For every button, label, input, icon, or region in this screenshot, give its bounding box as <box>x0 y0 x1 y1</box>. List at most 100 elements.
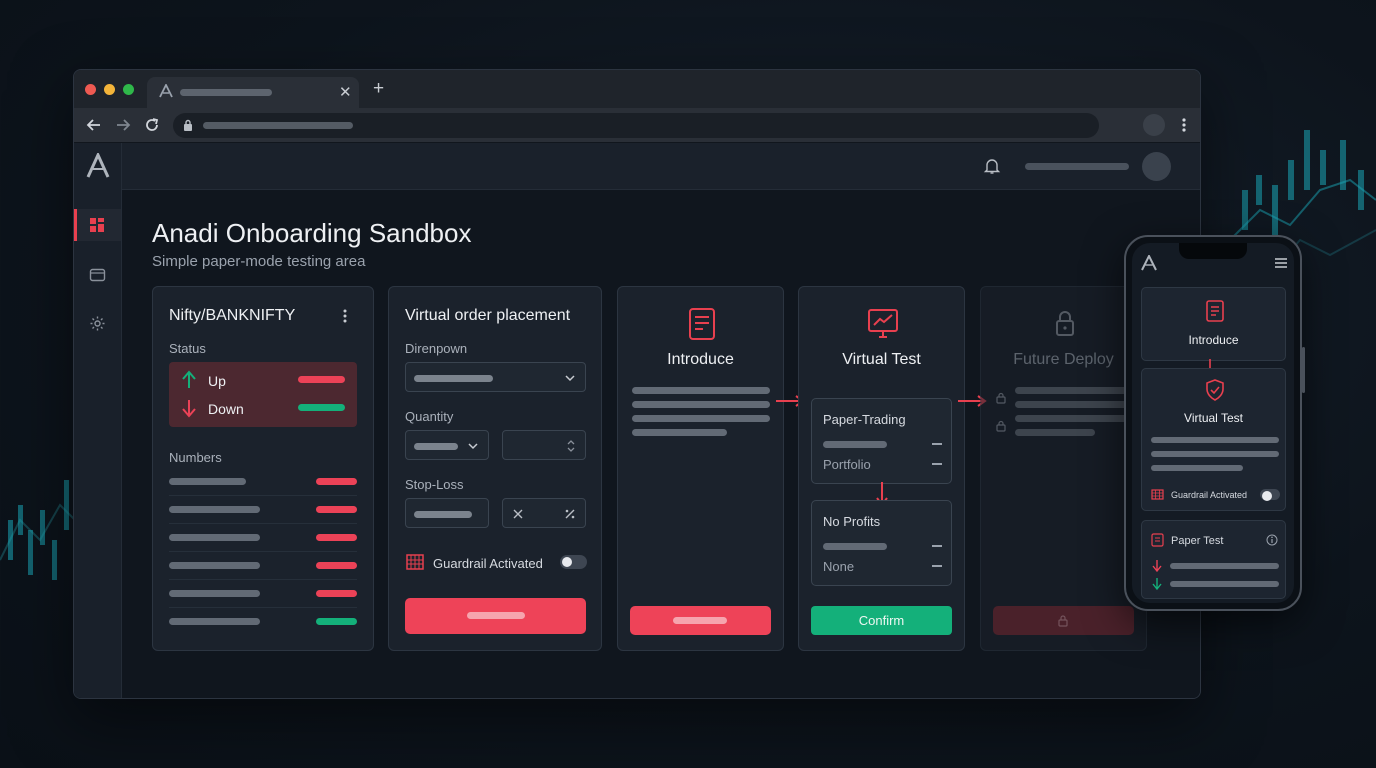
mobile-virtual-test-title: Virtual Test <box>1184 411 1243 425</box>
avatar[interactable] <box>1142 152 1171 181</box>
step-title: Virtual Test <box>842 351 921 368</box>
gear-icon <box>90 316 105 331</box>
card-title: Nifty/BANKNIFTY <box>169 307 296 324</box>
forward-icon[interactable] <box>114 116 132 134</box>
mobile-paper-test-title: Paper Test <box>1171 535 1224 547</box>
step-title: Future Deploy <box>1013 351 1114 368</box>
list-item <box>169 496 357 524</box>
step-title: Introduce <box>667 351 734 368</box>
list-item <box>169 468 357 496</box>
status-box: Up Down <box>169 362 357 427</box>
paper-trading-box: Paper-Trading Portfolio <box>811 398 952 484</box>
mobile-guardrail-label: Guardrail Activated <box>1171 490 1248 500</box>
top-bar <box>122 143 1200 190</box>
introduce-button[interactable] <box>630 606 771 635</box>
mobile-guardrail-toggle[interactable] <box>1260 489 1280 501</box>
anadi-logo-icon <box>159 84 173 98</box>
guardrail-icon <box>1151 489 1164 500</box>
quantity-stepper[interactable] <box>502 430 586 460</box>
more-options-icon[interactable] <box>339 307 351 325</box>
no-profits-box: No Profits None <box>811 500 952 586</box>
list-item <box>169 608 357 636</box>
stoploss-field[interactable] <box>405 498 489 528</box>
tab-title <box>180 89 272 96</box>
sidebar-item-wallet[interactable] <box>74 258 121 290</box>
document-icon <box>1151 533 1164 547</box>
sidebar <box>74 143 122 698</box>
wallet-icon <box>89 268 106 282</box>
minimize-window-button[interactable] <box>104 84 115 95</box>
phone-side-button <box>1302 347 1305 393</box>
address-bar-row <box>74 108 1200 143</box>
hamburger-menu-icon[interactable] <box>1275 258 1287 268</box>
status-up-label: Up <box>208 373 226 389</box>
app-root: Anadi Onboarding Sandbox Simple paper-mo… <box>74 143 1200 698</box>
url-text <box>203 122 353 129</box>
quantity-dropdown[interactable] <box>405 430 489 460</box>
bell-icon[interactable] <box>983 157 1001 175</box>
monitor-chart-icon <box>868 309 898 338</box>
maximize-window-button[interactable] <box>123 84 134 95</box>
back-icon[interactable] <box>85 116 103 134</box>
order-placement-card: Virtual order placement Direnpown Quanti… <box>388 286 602 651</box>
guardrail-icon <box>406 554 424 570</box>
order-type-dropdown[interactable] <box>405 362 586 392</box>
tab-close-icon[interactable]: ✕ <box>339 83 352 101</box>
mobile-introduce-card[interactable]: Introduce <box>1141 287 1286 361</box>
list-item <box>169 552 357 580</box>
paper-trading-label: Paper-Trading <box>823 412 906 427</box>
mobile-virtual-test-card[interactable]: Virtual Test Guardrail Activated <box>1141 368 1286 511</box>
numbers-label: Numbers <box>169 450 222 465</box>
confirm-button[interactable]: Confirm <box>811 606 952 635</box>
browser-tab[interactable]: ✕ <box>147 77 359 108</box>
page-title: Anadi Onboarding Sandbox <box>152 218 472 248</box>
browser-menu-icon[interactable] <box>1178 115 1190 135</box>
sidebar-item-settings[interactable] <box>74 307 121 339</box>
info-icon[interactable] <box>1266 534 1278 546</box>
page-subtitle: Simple paper-mode testing area <box>152 253 366 270</box>
phone-notch <box>1179 243 1247 259</box>
quantity-label: Quantity <box>405 409 454 424</box>
none-label: None <box>823 559 855 574</box>
up-indicator-bar <box>298 376 345 383</box>
virtual-test-step-card: Virtual Test Paper-Trading Portfolio No … <box>798 286 965 651</box>
dropdown-label: Direnpown <box>405 341 468 356</box>
anadi-logo-icon <box>1141 255 1157 271</box>
introduce-step-card: Introduce <box>617 286 784 651</box>
down-indicator-bar <box>298 404 345 411</box>
close-icon[interactable] <box>512 508 524 520</box>
browser-profile-avatar[interactable] <box>1143 114 1165 136</box>
arrow-down-icon <box>182 400 196 418</box>
chevron-down-icon <box>565 375 575 382</box>
lock-icon <box>1058 615 1068 627</box>
lock-icon <box>184 119 192 131</box>
mobile-introduce-title: Introduce <box>1188 333 1239 347</box>
sidebar-item-dashboard[interactable] <box>74 209 121 241</box>
reload-icon[interactable] <box>143 116 161 134</box>
no-profits-label: No Profits <box>823 514 881 529</box>
dashboard-icon <box>90 218 104 232</box>
mobile-device: Introduce Virtual Test Guardrail Activat… <box>1124 235 1305 611</box>
stepper-icon[interactable] <box>566 437 576 455</box>
mobile-paper-test-card[interactable]: Paper Test <box>1141 520 1286 599</box>
list-item <box>169 524 357 552</box>
document-icon <box>689 308 715 340</box>
stoploss-clear-field[interactable] <box>502 498 586 528</box>
arrow-down-icon <box>1152 560 1162 572</box>
guardrail-toggle[interactable] <box>560 555 587 569</box>
new-tab-button[interactable]: + <box>373 79 384 98</box>
shield-check-icon <box>1206 379 1224 401</box>
lock-icon <box>996 392 1006 404</box>
lock-icon <box>996 420 1006 432</box>
stoploss-label: Stop-Loss <box>405 477 464 492</box>
arrow-down-icon <box>1152 578 1162 590</box>
close-window-button[interactable] <box>85 84 96 95</box>
url-input[interactable] <box>173 113 1099 138</box>
mobile-screen: Introduce Virtual Test Guardrail Activat… <box>1132 243 1294 603</box>
chevron-down-icon <box>468 443 478 450</box>
percent-icon[interactable] <box>564 508 576 520</box>
place-order-button[interactable] <box>405 598 586 634</box>
user-name <box>1025 163 1129 170</box>
portfolio-label: Portfolio <box>823 457 871 472</box>
status-down-label: Down <box>208 401 244 417</box>
